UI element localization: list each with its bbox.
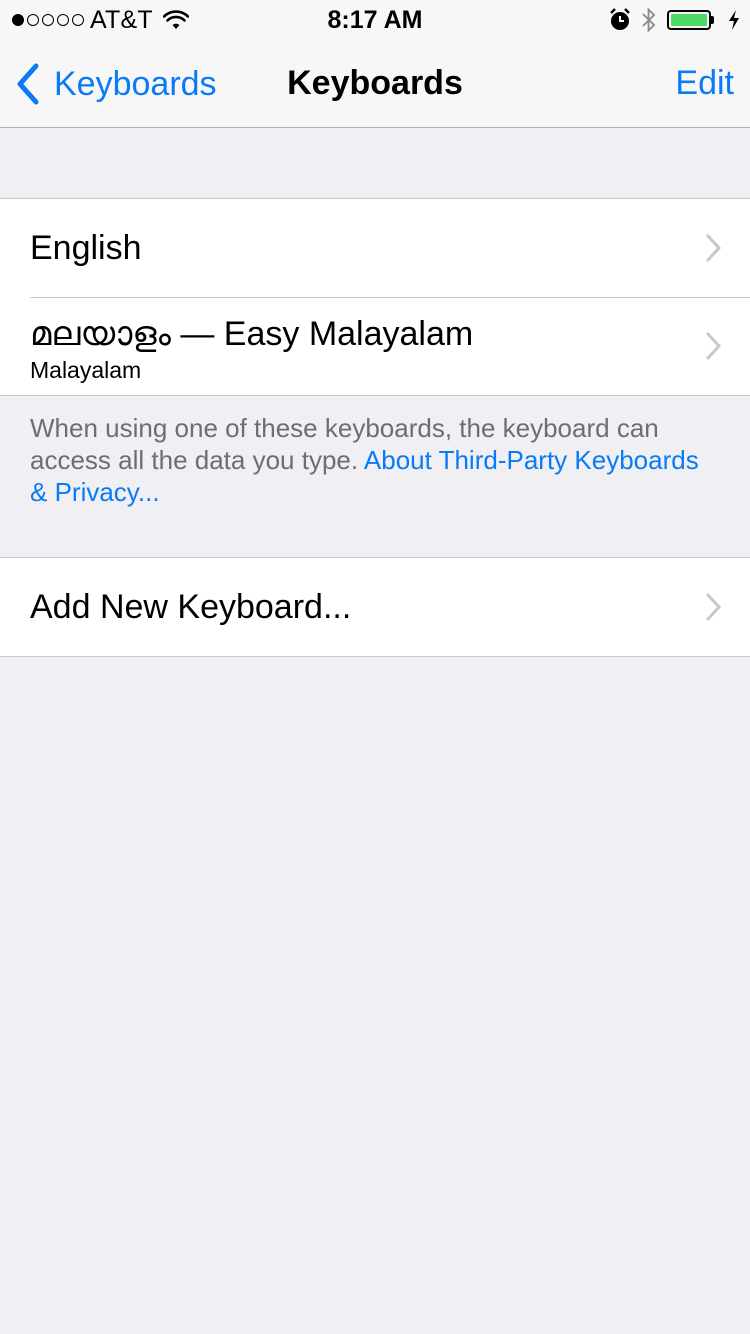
- privacy-note: When using one of these keyboards, the k…: [30, 412, 720, 508]
- keyboard-title: English: [30, 229, 142, 267]
- back-button[interactable]: Keyboards: [14, 62, 217, 106]
- status-bar-right: [609, 6, 740, 34]
- keyboard-row-malayalam[interactable]: മലയാളം — Easy Malayalam Malayalam: [0, 297, 750, 395]
- charging-bolt-icon: [729, 10, 739, 30]
- bluetooth-icon: [642, 7, 656, 33]
- battery-icon: [667, 10, 714, 30]
- status-bar: AT&T 8:17 AM: [0, 0, 750, 40]
- back-button-label: Keyboards: [54, 64, 217, 103]
- add-keyboard-group: Add New Keyboard...: [0, 557, 750, 657]
- navigation-bar: Keyboards Keyboards Edit: [0, 40, 750, 128]
- battery-body: [667, 10, 711, 30]
- chevron-right-icon: [706, 234, 722, 262]
- keyboards-list: English മലയാളം — Easy Malayalam Malayala…: [0, 198, 750, 396]
- keyboard-row-english[interactable]: English: [0, 199, 750, 297]
- add-new-keyboard-label: Add New Keyboard...: [30, 588, 352, 626]
- add-new-keyboard-row[interactable]: Add New Keyboard...: [0, 558, 750, 656]
- edit-button[interactable]: Edit: [675, 64, 734, 103]
- battery-nub: [711, 16, 714, 24]
- keyboard-title: മലയാളം — Easy Malayalam: [30, 315, 474, 353]
- battery-level: [671, 14, 707, 26]
- alarm-icon: [610, 8, 630, 30]
- chevron-right-icon: [706, 332, 722, 360]
- chevron-right-icon: [706, 593, 722, 621]
- chevron-left-icon: [17, 63, 39, 105]
- keyboard-subtitle: Malayalam: [30, 357, 142, 383]
